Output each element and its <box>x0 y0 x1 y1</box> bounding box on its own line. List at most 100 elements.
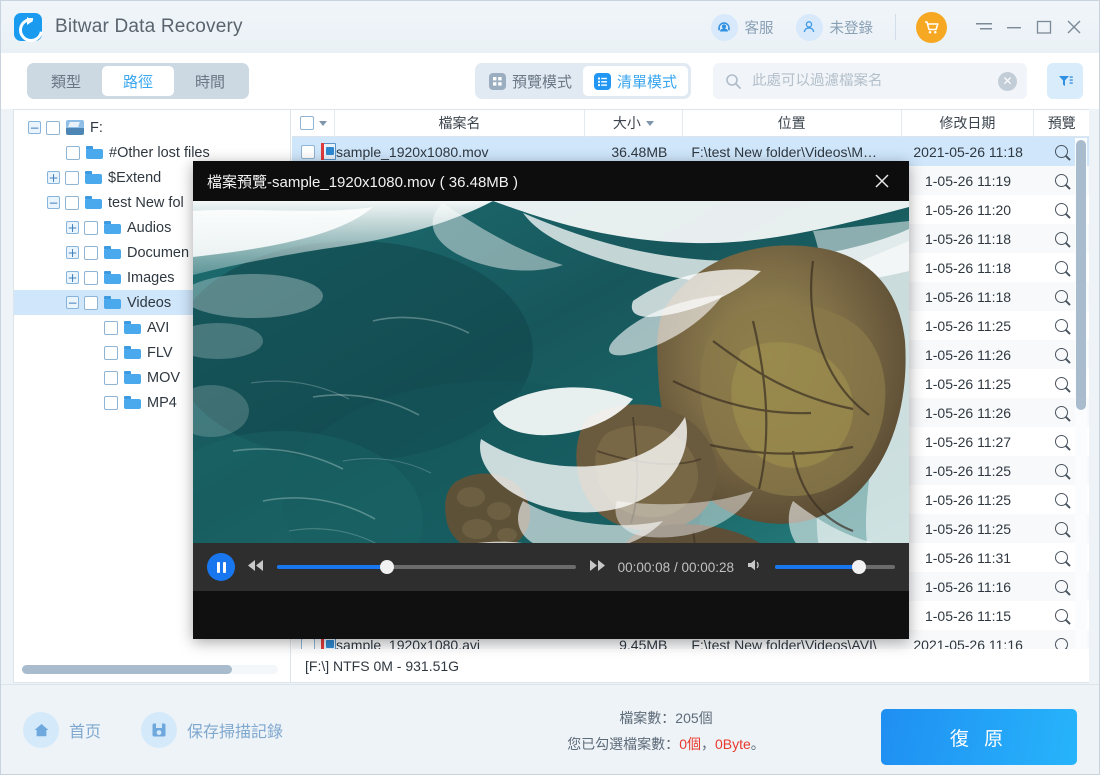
account-button[interactable]: 未登錄 <box>795 13 873 41</box>
magnifier-icon[interactable] <box>1055 493 1069 506</box>
title-bar-actions: 客服 未登錄 <box>710 1 1100 53</box>
aerial-ocean-rocks-video-frame[interactable]: 00:00:08 / 00:00:28 <box>193 201 909 591</box>
file-preview-dialog: 檔案預覽-sample_1920x1080.mov ( 36.48MB ) 00… <box>193 161 909 639</box>
magnifier-icon[interactable] <box>1055 522 1069 535</box>
collapse-toggle-icon[interactable]: − <box>28 121 41 134</box>
file-list-header: 檔案名 大小 位置 修改日期 預覽 <box>292 110 1089 137</box>
home-icon <box>23 712 59 748</box>
shopping-cart-icon[interactable] <box>916 11 947 43</box>
expand-toggle-icon[interactable]: + <box>66 221 79 234</box>
cell-modified-date: 1-05-26 11:25 <box>924 491 1012 508</box>
headset-icon <box>710 13 738 41</box>
volume-knob[interactable] <box>852 560 866 574</box>
folder-icon <box>104 221 121 234</box>
file-list-scrollbar[interactable] <box>1075 138 1087 681</box>
tree-checkbox[interactable] <box>84 220 98 235</box>
sort-desc-icon[interactable] <box>645 120 654 126</box>
selected-count: 0個 <box>679 736 701 752</box>
magnifier-icon[interactable] <box>1055 290 1069 303</box>
pause-icon[interactable] <box>207 553 235 581</box>
view-segmented-control: 類型 路徑 時間 <box>27 63 250 99</box>
cell-modified-date: 1-05-26 11:26 <box>924 404 1012 421</box>
tab-type[interactable]: 類型 <box>30 66 102 96</box>
cell-modified-date: 1-05-26 11:18 <box>924 259 1012 276</box>
header-filename[interactable]: 檔案名 <box>335 110 586 137</box>
magnifier-icon[interactable] <box>1055 377 1069 390</box>
tab-path[interactable]: 路徑 <box>102 66 175 96</box>
header-size[interactable]: 大小 <box>585 110 683 137</box>
chevron-down-icon[interactable] <box>318 120 327 126</box>
clear-circle-icon[interactable]: ✕ <box>998 71 1017 91</box>
hamburger-menu-icon[interactable] <box>969 12 999 42</box>
magnifier-icon[interactable] <box>1055 551 1069 564</box>
fast-forward-icon[interactable] <box>588 559 606 576</box>
volume-icon[interactable] <box>746 558 763 576</box>
application-window: Bitwar Data Recovery 客服 未登錄 類型 路徑 時間 預覽模… <box>0 0 1100 775</box>
tree-checkbox[interactable] <box>84 245 98 260</box>
magnifier-icon[interactable] <box>1055 348 1069 361</box>
home-button[interactable]: 首页 <box>23 712 101 748</box>
list-view-icon <box>594 72 612 90</box>
magnifier-icon[interactable] <box>1055 203 1069 216</box>
tree-checkbox[interactable] <box>84 295 98 310</box>
tree-checkbox[interactable] <box>104 395 118 410</box>
save-disk-icon <box>141 712 177 748</box>
mode-preview[interactable]: 預覽模式 <box>478 66 583 96</box>
video-frame-graphic <box>193 201 909 591</box>
seek-knob[interactable] <box>380 560 395 574</box>
filter-funnel-icon[interactable] <box>1047 63 1083 99</box>
tree-checkbox[interactable] <box>104 320 118 335</box>
collapse-toggle-icon[interactable]: − <box>47 196 60 209</box>
support-button[interactable]: 客服 <box>710 13 774 41</box>
header-location[interactable]: 位置 <box>683 110 902 137</box>
magnifier-icon[interactable] <box>1055 406 1069 419</box>
header-preview[interactable]: 預覽 <box>1034 110 1089 137</box>
video-controls: 00:00:08 / 00:00:28 <box>193 543 909 591</box>
row-checkbox[interactable] <box>301 144 315 159</box>
magnifier-icon[interactable] <box>1055 232 1069 245</box>
tree-checkbox[interactable] <box>66 145 80 160</box>
home-label: 首页 <box>69 724 102 741</box>
magnifier-icon[interactable] <box>1055 174 1069 187</box>
magnifier-icon[interactable] <box>1055 464 1069 477</box>
tree-horizontal-scrollbar[interactable] <box>22 665 278 674</box>
tree-checkbox[interactable] <box>104 345 118 360</box>
maximize-icon[interactable] <box>1029 12 1059 42</box>
volume-slider[interactable] <box>775 560 895 574</box>
recover-button[interactable]: 復 原 <box>881 709 1077 765</box>
expand-toggle-icon[interactable]: + <box>47 171 60 184</box>
close-icon[interactable] <box>1059 12 1089 42</box>
tree-node-drive-f[interactable]: − F: <box>14 115 290 140</box>
cell-modified-date: 1-05-26 11:15 <box>924 607 1012 624</box>
magnifier-icon[interactable] <box>1055 145 1069 158</box>
tab-time[interactable]: 時間 <box>174 66 246 96</box>
header-select-all[interactable] <box>292 110 335 137</box>
magnifier-icon[interactable] <box>1055 261 1069 274</box>
seek-slider[interactable] <box>277 560 576 574</box>
magnifier-icon[interactable] <box>1055 319 1069 332</box>
cell-modified-date: 2021-05-26 11:18 <box>913 143 1023 160</box>
search-input[interactable] <box>752 73 998 89</box>
tree-checkbox[interactable] <box>65 195 79 210</box>
minimize-icon[interactable] <box>999 12 1029 42</box>
mode-list[interactable]: 清單模式 <box>583 66 689 96</box>
save-scan-log-button[interactable]: 保存掃描記錄 <box>141 712 283 748</box>
magnifier-icon[interactable] <box>1055 435 1069 448</box>
header-modified-date[interactable]: 修改日期 <box>902 110 1035 137</box>
tree-checkbox[interactable] <box>84 270 98 285</box>
collapse-toggle-icon[interactable]: − <box>66 296 79 309</box>
expand-toggle-icon[interactable]: + <box>66 246 79 259</box>
select-all-checkbox[interactable] <box>299 116 314 130</box>
tree-checkbox[interactable] <box>46 120 60 135</box>
magnifier-icon[interactable] <box>1055 609 1069 622</box>
rewind-icon[interactable] <box>247 559 265 576</box>
tree-checkbox[interactable] <box>65 170 79 185</box>
tree-node-label: MOV <box>147 369 181 386</box>
close-icon[interactable] <box>869 168 895 194</box>
playback-time: 00:00:08 / 00:00:28 <box>617 559 734 575</box>
cell-modified-date: 1-05-26 11:31 <box>924 549 1012 566</box>
tree-node-label: MP4 <box>147 394 177 411</box>
magnifier-icon[interactable] <box>1055 580 1069 593</box>
expand-toggle-icon[interactable]: + <box>66 271 79 284</box>
tree-checkbox[interactable] <box>104 370 118 385</box>
